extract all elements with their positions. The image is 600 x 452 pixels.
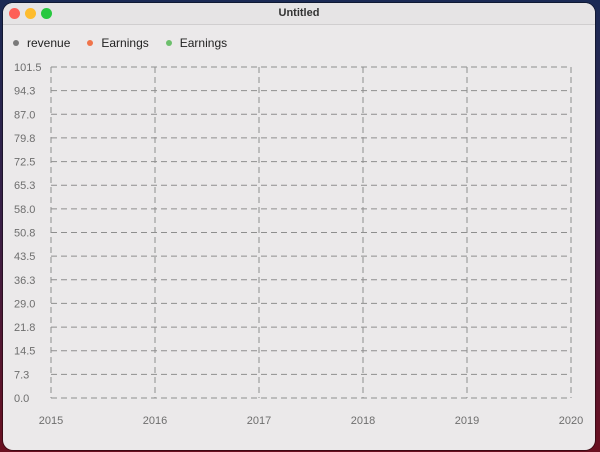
y-tick-label: 43.5 [14, 251, 35, 263]
x-tick-label: 2018 [351, 415, 375, 427]
y-tick-label: 14.5 [14, 346, 35, 358]
y-tick-label: 7.3 [14, 369, 29, 381]
chart-plot: 0.0 7.3 14.5 21.8 29.0 36.3 43.5 50.8 58.0 65.3 72… [14, 62, 583, 427]
x-tick-label: 2019 [455, 415, 479, 427]
x-tick-label: 2016 [143, 415, 167, 427]
y-tick-label: 0.0 [14, 393, 29, 405]
y-tick-label: 29.0 [14, 298, 35, 310]
x-tick-label: 2015 [39, 415, 63, 427]
app-window: Untitled revenue Earnings Earnings 0.0 7.… [3, 3, 595, 450]
y-tick-label: 65.3 [14, 180, 35, 192]
y-tick-label: 79.8 [14, 133, 35, 145]
y-tick-label: 21.8 [14, 322, 35, 334]
y-tick-label: 87.0 [14, 109, 35, 121]
y-tick-label: 94.3 [14, 86, 35, 98]
y-tick-label: 58.0 [14, 204, 35, 216]
x-tick-label: 2020 [559, 415, 583, 427]
y-tick-label: 36.3 [14, 275, 35, 287]
x-tick-label: 2017 [247, 415, 271, 427]
y-tick-label: 72.5 [14, 157, 35, 169]
y-tick-label: 50.8 [14, 228, 35, 240]
y-tick-label: 101.5 [14, 62, 42, 74]
